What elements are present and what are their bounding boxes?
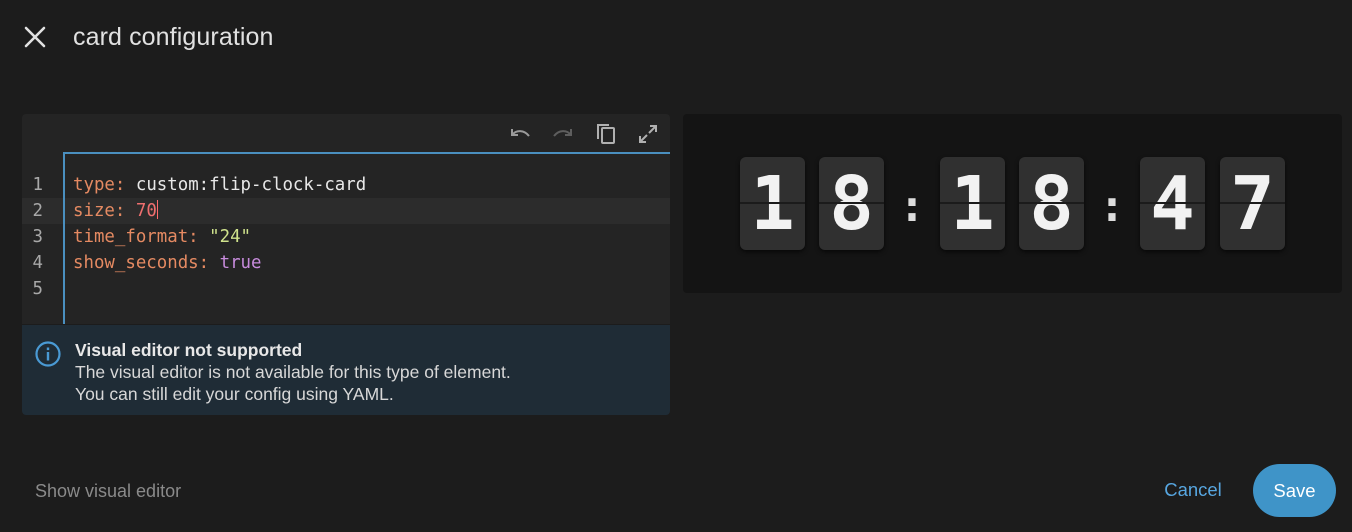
yaml-key: size bbox=[73, 201, 115, 221]
redo-icon bbox=[553, 129, 572, 137]
code-line: 5 bbox=[22, 276, 670, 302]
close-button[interactable] bbox=[20, 22, 50, 52]
redo-button[interactable] bbox=[550, 122, 576, 146]
clock-digit: 1 bbox=[740, 157, 805, 250]
line-number: 4 bbox=[32, 253, 43, 273]
undo-icon bbox=[511, 129, 530, 137]
fullscreen-button[interactable] bbox=[635, 122, 661, 146]
close-icon bbox=[24, 26, 46, 48]
yaml-key: time_format bbox=[73, 227, 189, 247]
show-visual-editor-button[interactable]: Show visual editor bbox=[35, 481, 181, 502]
code-line: 1 type: custom:flip-clock-card bbox=[22, 172, 670, 198]
line-number: 1 bbox=[32, 175, 43, 195]
code-line: 4 show_seconds: true bbox=[22, 250, 670, 276]
yaml-value: 70 bbox=[135, 201, 157, 221]
yaml-value: "24" bbox=[209, 227, 252, 247]
code-line: 2 size: 70 bbox=[22, 198, 670, 224]
clock-separator: : bbox=[898, 180, 926, 232]
code-area[interactable]: 1 type: custom:flip-clock-card 2 size: 7… bbox=[22, 152, 670, 324]
clock-digit: 1 bbox=[940, 157, 1005, 250]
copy-icon bbox=[597, 124, 615, 144]
text-cursor bbox=[156, 200, 158, 219]
line-number: 2 bbox=[32, 201, 43, 221]
alert-message: The visual editor is not available for t… bbox=[75, 361, 655, 405]
clock-digit: 7 bbox=[1220, 157, 1285, 250]
editor-toolbar bbox=[22, 114, 670, 152]
alert-line-2: You can still edit your config using YAM… bbox=[75, 384, 394, 404]
undo-button[interactable] bbox=[507, 122, 533, 146]
yaml-key: type bbox=[73, 175, 115, 195]
yaml-key: show_seconds bbox=[73, 253, 199, 273]
line-number: 5 bbox=[32, 279, 43, 299]
yaml-editor[interactable]: 1 type: custom:flip-clock-card 2 size: 7… bbox=[22, 114, 670, 324]
clock-separator: : bbox=[1098, 180, 1126, 232]
yaml-value: custom:flip-clock-card bbox=[135, 175, 367, 195]
code-line: 3 time_format: "24" bbox=[22, 224, 670, 250]
alert-line-1: The visual editor is not available for t… bbox=[75, 362, 511, 382]
clock-digit: 4 bbox=[1140, 157, 1205, 250]
dialog-header: card configuration bbox=[0, 0, 1352, 76]
dialog-title: card configuration bbox=[73, 23, 274, 51]
fullscreen-icon bbox=[639, 125, 657, 143]
save-button[interactable]: Save bbox=[1253, 464, 1336, 517]
flip-clock-preview: 1 8 : 1 8 : 4 7 bbox=[683, 114, 1342, 293]
info-icon bbox=[35, 341, 61, 367]
clock-digit: 8 bbox=[1019, 157, 1084, 250]
yaml-value: true bbox=[219, 253, 262, 273]
line-number: 3 bbox=[32, 227, 43, 247]
clock-digit: 8 bbox=[819, 157, 884, 250]
info-alert: Visual editor not supported The visual e… bbox=[22, 325, 670, 415]
copy-button[interactable] bbox=[593, 122, 619, 146]
alert-title: Visual editor not supported bbox=[75, 340, 303, 360]
cancel-button[interactable]: Cancel bbox=[1150, 468, 1236, 512]
